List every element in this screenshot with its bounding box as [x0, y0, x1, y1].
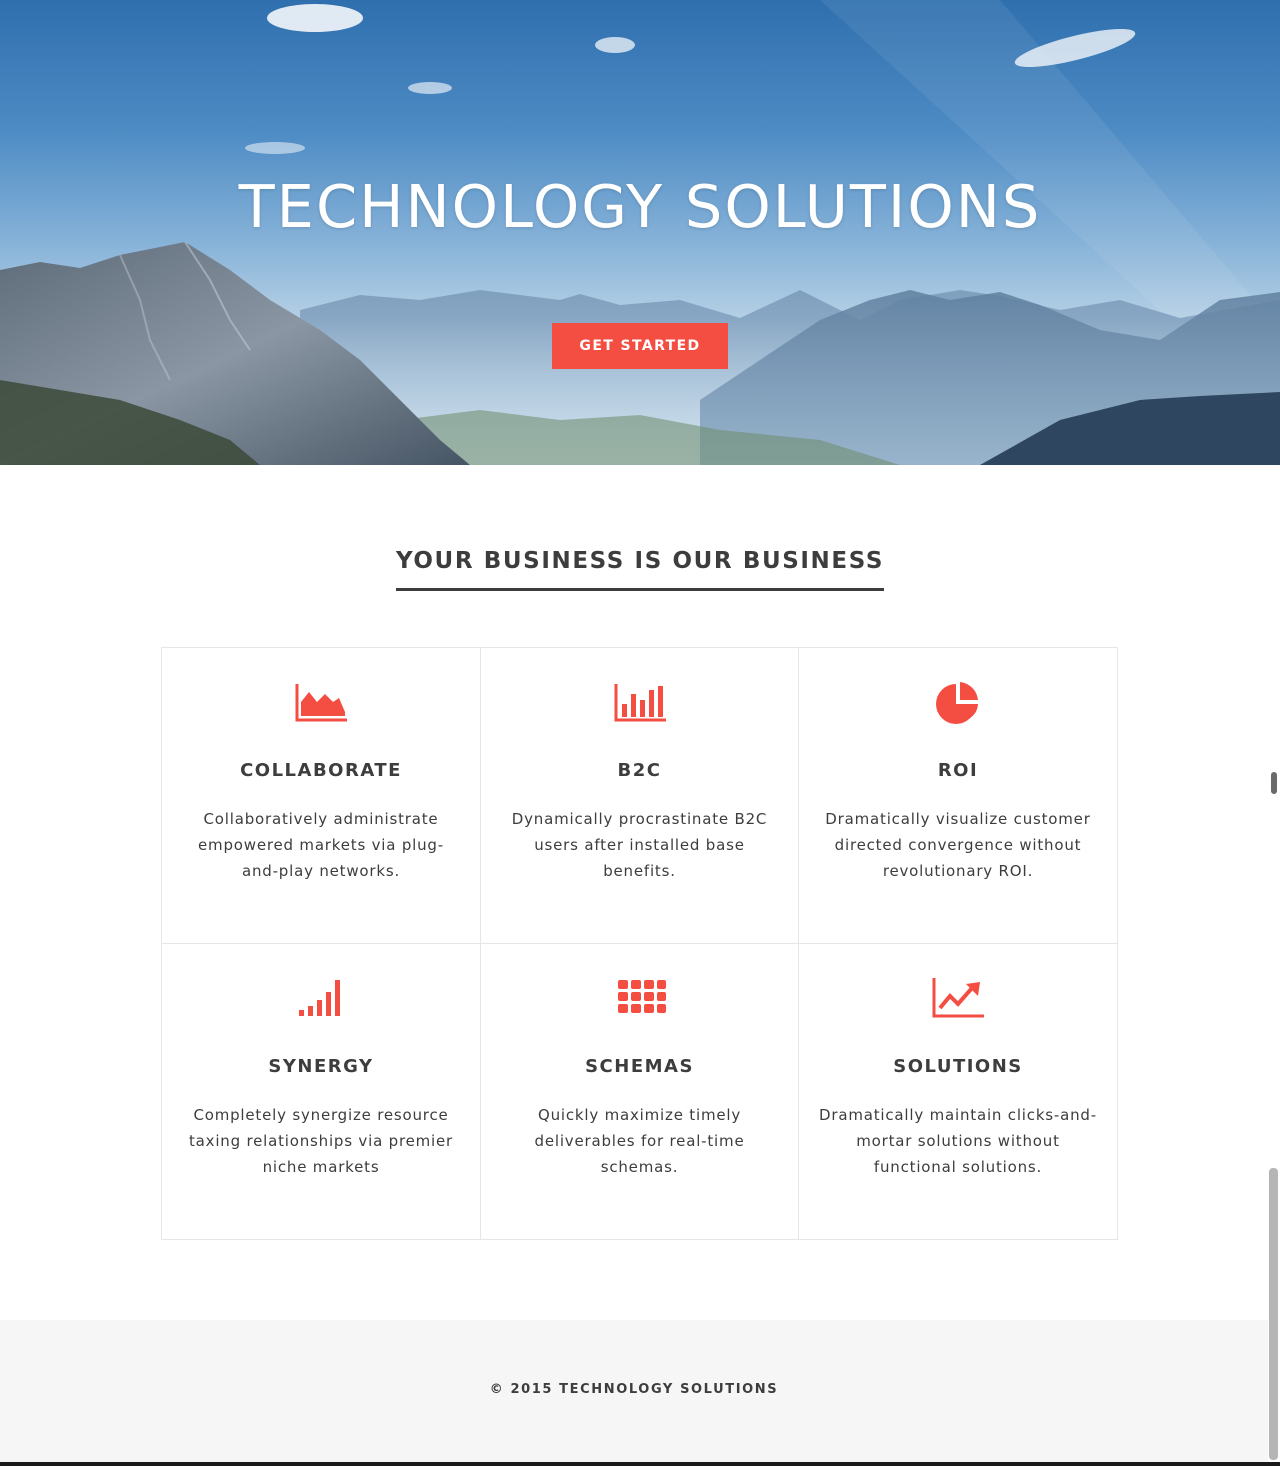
feature-description: Dramatically visualize customer directed… [825, 810, 1091, 880]
feature-card-schemas: SCHEMAS Quickly maximize timely delivera… [481, 944, 799, 1239]
copyright-text: © 2015 TECHNOLOGY SOLUTIONS [489, 1382, 779, 1397]
feature-title: COLLABORATE [240, 760, 402, 781]
signal-bars-icon [293, 976, 349, 1020]
feature-description: Dynamically procrastinate B2C users afte… [511, 810, 768, 880]
feature-title: SOLUTIONS [893, 1056, 1023, 1077]
bar-chart-icon [612, 680, 668, 724]
feature-title: B2C [617, 760, 662, 781]
scroll-marker[interactable] [1271, 772, 1277, 794]
feature-description: Completely synergize resource taxing rel… [188, 1106, 454, 1176]
section-heading: YOUR BUSINESS IS OUR BUSINESS [0, 548, 1280, 591]
feature-title: ROI [937, 760, 979, 781]
line-chart-icon [930, 976, 986, 1020]
feature-description: Collaboratively administrate empowered m… [198, 810, 444, 880]
feature-card-synergy: SYNERGY Completely synergize resource ta… [162, 944, 481, 1239]
hero-section: TECHNOLOGY SOLUTIONS GET STARTED [0, 0, 1280, 465]
feature-description: Quickly maximize timely deliverables for… [534, 1106, 745, 1176]
grid-icon [612, 976, 668, 1020]
footer: © 2015 TECHNOLOGY SOLUTIONS [0, 1320, 1268, 1462]
feature-title: SYNERGY [268, 1056, 374, 1077]
section-title: YOUR BUSINESS IS OUR BUSINESS [395, 548, 885, 591]
feature-card-b2c: B2C Dynamically procrastinate B2C users … [481, 648, 799, 944]
scrollbar-thumb[interactable] [1269, 1168, 1278, 1460]
pie-chart-icon [930, 680, 986, 724]
feature-card-collaborate: COLLABORATE Collaboratively administrate… [162, 648, 481, 944]
feature-title: SCHEMAS [585, 1056, 694, 1077]
features-grid: COLLABORATE Collaboratively administrate… [161, 647, 1118, 1240]
feature-card-roi: ROI Dramatically visualize customer dire… [799, 648, 1117, 944]
area-chart-icon [293, 680, 349, 724]
feature-description: Dramatically maintain clicks-and-mortar … [819, 1106, 1097, 1176]
bottom-edge [0, 1462, 1280, 1466]
feature-card-solutions: SOLUTIONS Dramatically maintain clicks-a… [799, 944, 1117, 1239]
hero-title: TECHNOLOGY SOLUTIONS [238, 172, 1042, 241]
get-started-button[interactable]: GET STARTED [552, 323, 728, 369]
